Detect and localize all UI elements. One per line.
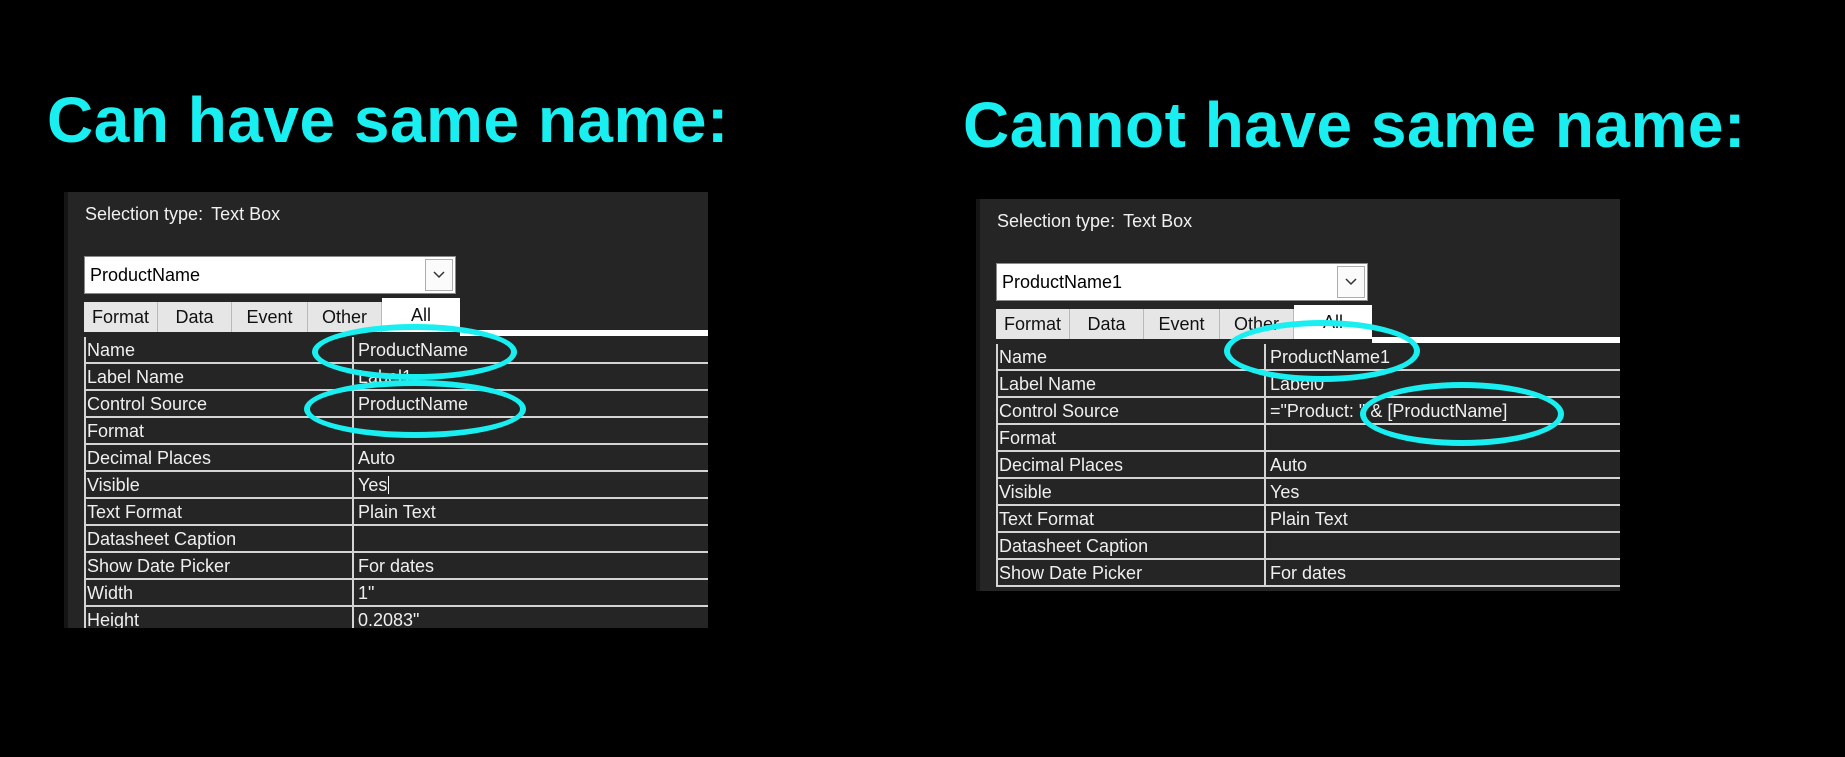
highlight-ellipse-left-control-source: [304, 380, 526, 438]
property-row-height[interactable]: Height 0.2083": [84, 607, 708, 628]
property-row-width[interactable]: Width 1": [84, 580, 708, 607]
tab-format[interactable]: Format: [996, 309, 1070, 339]
chevron-down-icon[interactable]: [1337, 266, 1365, 298]
property-key: Width: [87, 583, 134, 603]
property-key: Decimal Places: [999, 455, 1124, 475]
property-key: Decimal Places: [87, 448, 212, 468]
property-key: Label Name: [87, 367, 185, 387]
property-key: Text Format: [87, 502, 183, 522]
property-key: Control Source: [999, 401, 1120, 421]
property-row-show-date-picker[interactable]: Show Date Picker For dates: [84, 553, 708, 580]
property-key: Show Date Picker: [87, 556, 231, 576]
property-value-visible[interactable]: Yes: [358, 475, 390, 496]
property-row-text-format[interactable]: Text Format Plain Text: [996, 506, 1620, 533]
property-key: Visible: [87, 475, 140, 495]
property-value[interactable]: Auto: [1270, 455, 1307, 476]
chevron-down-icon[interactable]: [425, 259, 453, 291]
property-row-datasheet-caption[interactable]: Datasheet Caption: [996, 533, 1620, 560]
property-key: Format: [999, 428, 1057, 448]
property-key: Control Source: [87, 394, 208, 414]
object-selector-combo[interactable]: ProductName: [84, 256, 456, 294]
property-value[interactable]: 0.2083": [358, 610, 419, 628]
property-key: Text Format: [999, 509, 1095, 529]
property-value[interactable]: Plain Text: [358, 502, 436, 523]
highlight-ellipse-left-name: [312, 324, 517, 380]
property-key: Name: [87, 340, 136, 360]
tab-data[interactable]: Data: [1070, 309, 1144, 339]
tab-data[interactable]: Data: [158, 302, 232, 332]
highlight-ellipse-right-name: [1224, 320, 1420, 382]
heading-can-have-same-name: Can have same name:: [47, 84, 729, 156]
visible-value-text: Yes: [358, 475, 388, 495]
highlight-ellipse-right-control-source: [1360, 382, 1564, 446]
tab-format[interactable]: Format: [84, 302, 158, 332]
selection-type-label: Selection type:: [85, 204, 204, 224]
property-key: Show Date Picker: [999, 563, 1143, 583]
property-key: Datasheet Caption: [87, 529, 237, 549]
property-row-datasheet-caption[interactable]: Datasheet Caption: [84, 526, 708, 553]
property-key: Height: [87, 610, 140, 628]
object-selector-combo[interactable]: ProductName1: [996, 263, 1368, 301]
property-row-visible[interactable]: Visible Yes: [996, 479, 1620, 506]
property-key: Label Name: [999, 374, 1097, 394]
property-value[interactable]: Plain Text: [1270, 509, 1348, 530]
property-value[interactable]: Yes: [1270, 482, 1299, 503]
property-value[interactable]: For dates: [358, 556, 434, 577]
property-key: Format: [87, 421, 145, 441]
selection-type: Selection type: Text Box: [85, 204, 280, 225]
property-key: Name: [999, 347, 1048, 367]
selection-type-label: Selection type:: [997, 211, 1116, 231]
property-value[interactable]: 1": [358, 583, 374, 604]
property-row-decimal-places[interactable]: Decimal Places Auto: [996, 452, 1620, 479]
selection-type: Selection type: Text Box: [997, 211, 1192, 232]
property-row-show-date-picker[interactable]: Show Date Picker For dates: [996, 560, 1620, 587]
property-row-decimal-places[interactable]: Decimal Places Auto: [84, 445, 708, 472]
property-key: Visible: [999, 482, 1052, 502]
property-row-text-format[interactable]: Text Format Plain Text: [84, 499, 708, 526]
tab-event[interactable]: Event: [1144, 309, 1220, 339]
property-row-visible[interactable]: Visible Yes: [84, 472, 708, 499]
text-cursor: [388, 476, 390, 494]
property-value[interactable]: For dates: [1270, 563, 1346, 584]
selection-type-value: Text Box: [211, 204, 281, 224]
heading-cannot-have-same-name: Cannot have same name:: [963, 89, 1746, 161]
property-value[interactable]: Auto: [358, 448, 395, 469]
object-selector-value: ProductName: [90, 265, 201, 285]
object-selector-value: ProductName1: [1002, 272, 1123, 292]
property-key: Datasheet Caption: [999, 536, 1149, 556]
tab-event[interactable]: Event: [232, 302, 308, 332]
selection-type-value: Text Box: [1123, 211, 1193, 231]
